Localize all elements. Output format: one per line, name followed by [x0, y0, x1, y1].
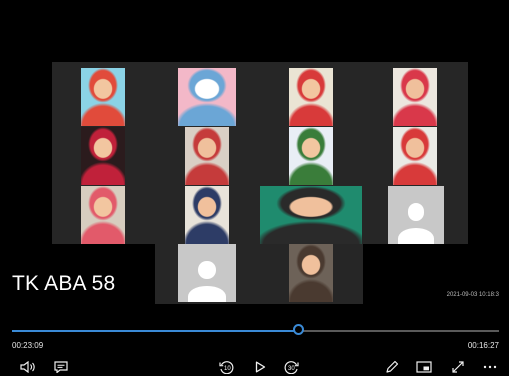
participant-tile — [81, 127, 125, 185]
skip-forward-icon[interactable]: 30 — [284, 360, 300, 374]
seek-bar-progress — [12, 330, 300, 332]
elapsed-time: 00:23:09 — [12, 341, 44, 350]
skip-back-icon[interactable]: 10 — [218, 360, 234, 374]
participant-tile — [178, 68, 236, 126]
participant-tile — [185, 186, 229, 244]
participant-video-feed — [185, 127, 229, 185]
person-avatar-icon — [178, 244, 236, 302]
participant-video-feed — [81, 186, 125, 244]
participant-video-feed — [81, 68, 125, 126]
participant-video-feed — [178, 68, 236, 126]
remaining-time: 00:16:27 — [467, 341, 499, 350]
participant-tile — [81, 68, 125, 126]
play-icon[interactable] — [252, 360, 268, 374]
participant-tile — [393, 68, 437, 126]
subtitles-icon[interactable] — [53, 360, 69, 374]
participant-video-feed — [393, 127, 437, 185]
person-avatar-icon — [388, 186, 444, 244]
seek-thumb[interactable] — [293, 324, 305, 335]
miniview-icon[interactable] — [416, 360, 432, 374]
participant-video-feed — [393, 68, 437, 126]
video-overlay-title: TK ABA 58 — [12, 272, 116, 295]
media-player-window: TK ABA 58 2021-09-03 10:18:3 00:23:09 00… — [0, 0, 509, 376]
participant-tile — [81, 186, 125, 244]
pen-icon[interactable] — [384, 360, 400, 374]
fullscreen-icon[interactable] — [450, 360, 466, 374]
participant-tile — [289, 68, 333, 126]
participant-video-feed — [289, 244, 333, 302]
participant-tile — [393, 127, 437, 185]
volume-icon[interactable] — [20, 360, 36, 374]
skip-back-seconds: 10 — [224, 366, 231, 372]
more-icon[interactable] — [482, 360, 498, 374]
participant-tile — [289, 127, 333, 185]
participant-tile — [185, 127, 229, 185]
skip-forward-seconds: 30 — [288, 366, 295, 372]
seek-bar[interactable] — [12, 324, 499, 335]
participant-video-feed — [289, 127, 333, 185]
participant-tile — [289, 244, 333, 302]
participant-video-feed — [81, 127, 125, 185]
recording-timestamp: 2021-09-03 10:18:3 — [446, 292, 499, 298]
participant-video-feed — [289, 68, 333, 126]
participant-video-feed — [260, 186, 362, 244]
player-controls: 00:23:09 00:16:27 10 30 — [0, 316, 509, 376]
participant-tile — [260, 186, 362, 244]
participant-video-feed — [185, 186, 229, 244]
